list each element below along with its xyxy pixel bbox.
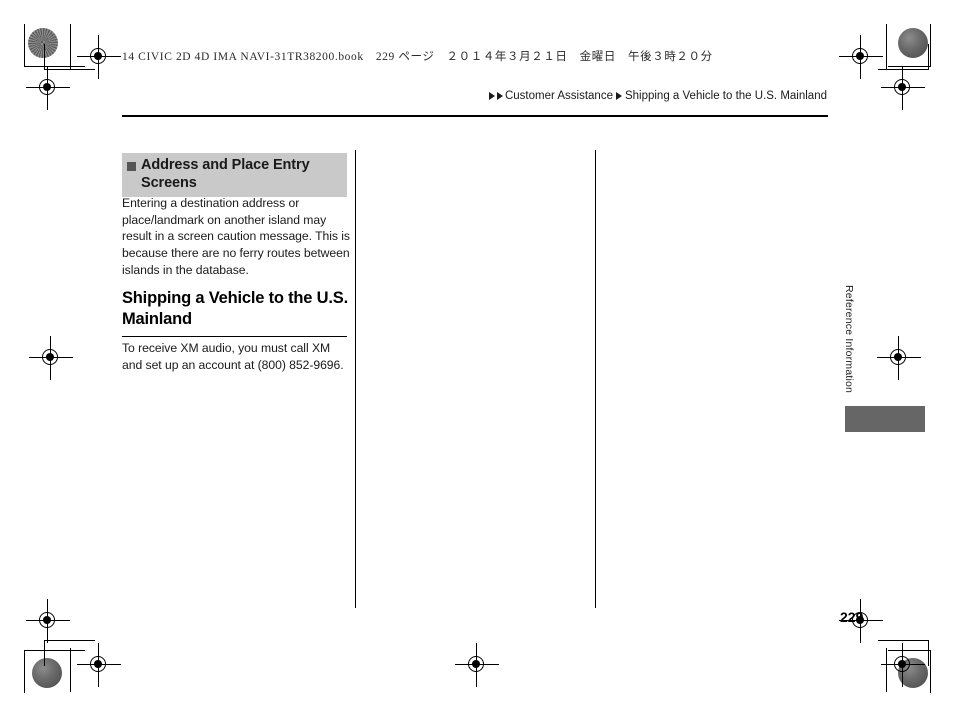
registration-mark-top-right-lower [881, 66, 925, 110]
page-number: 229 [840, 609, 864, 625]
registration-mark-right-middle [877, 336, 921, 380]
registration-mark-bottom-center [455, 643, 499, 687]
sidebar-note-heading-box: Address and Place Entry Screens [122, 153, 347, 198]
breadcrumb-item-current-page: Shipping a Vehicle to the U.S. Mainland [624, 90, 827, 102]
section-thumb-tab [845, 406, 925, 432]
registration-mark-top-left-upper [77, 35, 121, 79]
sidebar-note-heading-text: Address and Place Entry Screens [141, 157, 310, 191]
main-section-body: To receive XM audio, you must call XM an… [122, 341, 344, 372]
registration-mark-top-right [839, 35, 883, 79]
crop-line-top-right-vert [886, 24, 887, 70]
column-divider-left [355, 150, 356, 608]
section-title-underline [122, 336, 347, 338]
registration-mark-bottom-left-lower [77, 643, 121, 687]
registration-mark-bottom-left [26, 599, 70, 643]
sidebar-note-body: Entering a destination address or place/… [122, 196, 350, 277]
book-file-info-line: 14 CIVIC 2D 4D IMA NAVI-31TR38200.book 2… [122, 51, 713, 63]
crop-line-bottom-left-vert [70, 648, 71, 692]
filled-square-icon [127, 162, 136, 171]
running-head-reference-information: Reference Information [843, 285, 855, 394]
triangle-right-icon [615, 92, 622, 100]
page-title: Shipping a Vehicle to the U.S. Mainland [122, 289, 348, 329]
breadcrumb: Customer Assistance Shipping a Vehicle t… [488, 90, 827, 102]
double-triangle-icon-2 [496, 92, 503, 100]
crop-line-bottom-right-vert [886, 648, 887, 692]
registration-mark-left-middle [29, 336, 73, 380]
registration-mark-top-left [26, 66, 70, 110]
double-triangle-icon-1 [488, 92, 495, 100]
crop-line-top-left-vert [70, 24, 71, 70]
header-divider-rule [122, 115, 828, 117]
breadcrumb-item-customer-assistance[interactable]: Customer Assistance [505, 90, 613, 102]
column-divider-right [595, 150, 596, 608]
registration-mark-bottom-right-lower [881, 643, 925, 687]
